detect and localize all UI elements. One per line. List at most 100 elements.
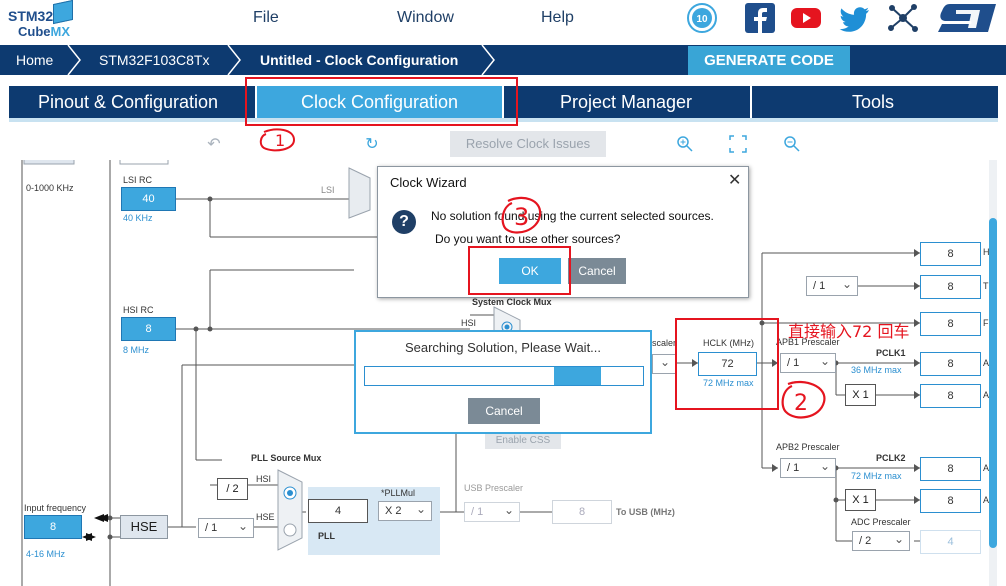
resolve-clock-issues-button[interactable]: Resolve Clock Issues bbox=[450, 131, 606, 157]
menu-help[interactable]: Help bbox=[541, 10, 574, 26]
lsi-line-label: LSI bbox=[321, 185, 335, 195]
apb1-timer-multiplier: X 1 bbox=[845, 384, 876, 406]
breadcrumb-mcu[interactable]: STM32F103C8Tx bbox=[99, 52, 209, 68]
apb2-prescaler-label: APB2 Prescaler bbox=[776, 442, 840, 452]
sysclk-hsi-label: HSI bbox=[461, 318, 477, 328]
apb1-prescaler-select[interactable]: / 1 bbox=[780, 352, 836, 373]
pclk1-max-label: 36 MHz max bbox=[851, 365, 902, 375]
pllmul-label: *PLLMul bbox=[381, 488, 416, 498]
hsi-rc-label: HSI RC bbox=[123, 305, 154, 315]
anniversary-10-badge-icon[interactable]: 10 bbox=[686, 2, 718, 34]
annotation-box-ok bbox=[468, 246, 571, 295]
breadcrumb-current: Untitled - Clock Configuration bbox=[260, 52, 459, 68]
pll-src-hse-label: HSE bbox=[256, 512, 275, 522]
hse-block[interactable]: HSE bbox=[120, 515, 168, 539]
pll-input-box: 4 bbox=[308, 499, 368, 523]
undo-icon[interactable]: ↶ bbox=[205, 135, 223, 153]
input-frequency-label: Input frequency bbox=[24, 503, 87, 513]
output-box: 8 bbox=[920, 384, 981, 408]
adc-prescaler-label: ADC Prescaler bbox=[851, 517, 911, 527]
search-progress-fill bbox=[554, 367, 601, 385]
logo-text: STM32 bbox=[8, 8, 54, 24]
question-icon: ? bbox=[392, 210, 416, 234]
output-letter: F bbox=[983, 318, 989, 328]
usb-output-box: 8 bbox=[552, 500, 612, 524]
annotation-marker-2-text: 2 bbox=[794, 391, 808, 416]
pclk1-label: PCLK1 bbox=[876, 348, 906, 358]
annotation-box-hclk bbox=[675, 318, 779, 410]
search-progress-bar bbox=[364, 366, 644, 386]
hsi-value-box: 8 bbox=[121, 317, 176, 341]
pllmul-select[interactable]: X 2 bbox=[378, 500, 432, 521]
logo-subtext: CubeMX bbox=[18, 25, 70, 38]
apb2-prescaler-select[interactable]: / 1 bbox=[780, 457, 836, 478]
output-box: 8 bbox=[920, 312, 981, 336]
adc-prescaler-select[interactable]: / 2 bbox=[852, 530, 910, 551]
lsi-rc-label: LSI RC bbox=[123, 175, 153, 185]
zoom-out-icon[interactable] bbox=[783, 135, 801, 153]
dialog-message-line1: No solution found using the current sele… bbox=[431, 209, 714, 223]
lse-range-label: 0-1000 KHz bbox=[26, 183, 74, 193]
zoom-in-icon[interactable] bbox=[676, 135, 694, 153]
vertical-scrollbar-thumb[interactable] bbox=[989, 218, 997, 548]
pll-source-mux-label: PLL Source Mux bbox=[251, 453, 322, 463]
annotation-marker-3: 3 bbox=[501, 196, 542, 234]
lsi-freq-label: 40 KHz bbox=[123, 213, 153, 223]
searching-solution-dialog: Searching Solution, Please Wait... Cance… bbox=[354, 330, 652, 434]
refresh-icon[interactable]: ↻ bbox=[363, 135, 381, 153]
output-box: 8 bbox=[920, 457, 981, 481]
youtube-icon[interactable] bbox=[790, 2, 822, 34]
fit-icon[interactable] bbox=[729, 135, 747, 153]
tab-tools[interactable]: Tools bbox=[752, 86, 994, 118]
annotation-marker-3-text: 3 bbox=[514, 203, 529, 231]
annotation-note: 直接输入72 回车 bbox=[788, 322, 910, 341]
annotation-marker-1: 1 bbox=[259, 128, 296, 152]
logo-mx-text: MX bbox=[50, 24, 71, 39]
usb-prescaler-label: USB Prescaler bbox=[464, 483, 524, 493]
lsi-value-box: 40 bbox=[121, 187, 176, 211]
search-cancel-button[interactable]: Cancel bbox=[468, 398, 540, 424]
annotation-marker-2: 2 bbox=[781, 380, 826, 419]
system-clock-mux-label: System Clock Mux bbox=[472, 297, 552, 307]
hse-divider-select[interactable]: / 1 bbox=[198, 517, 254, 538]
output-box: 8 bbox=[920, 352, 981, 376]
network-icon[interactable] bbox=[887, 2, 919, 34]
adc-output-box: 4 bbox=[920, 530, 981, 554]
enable-css-button[interactable]: Enable CSS bbox=[485, 433, 561, 449]
tab-pinout-configuration[interactable]: Pinout & Configuration bbox=[9, 86, 247, 118]
timer-prescaler-select[interactable]: / 1 bbox=[806, 275, 858, 296]
facebook-icon[interactable] bbox=[744, 2, 776, 34]
breadcrumb-chevron-icon bbox=[481, 45, 495, 75]
hsi-freq-label: 8 MHz bbox=[123, 345, 150, 355]
close-icon[interactable]: ✕ bbox=[728, 172, 741, 188]
logo-cube-text: Cube bbox=[18, 24, 51, 39]
cancel-button[interactable]: Cancel bbox=[568, 258, 626, 284]
hsi-div2-block: / 2 bbox=[217, 478, 248, 500]
breadcrumb-chevron-icon bbox=[227, 45, 241, 75]
st-logo-icon[interactable] bbox=[936, 2, 998, 34]
menu-window[interactable]: Window bbox=[397, 10, 454, 26]
twitter-icon[interactable] bbox=[839, 2, 871, 34]
generate-code-button[interactable]: GENERATE CODE bbox=[688, 46, 850, 75]
tab-project-manager[interactable]: Project Manager bbox=[504, 86, 748, 118]
output-box: 8 bbox=[920, 275, 981, 299]
cubemx-logo-cube-icon bbox=[53, 0, 73, 25]
pclk2-max-label: 72 MHz max bbox=[851, 471, 902, 481]
output-letter: T bbox=[983, 281, 989, 291]
ahb-prescaler-label-partial: scaler bbox=[652, 338, 677, 348]
ahb-prescaler-select[interactable] bbox=[652, 353, 676, 374]
breadcrumb-home[interactable]: Home bbox=[16, 52, 53, 68]
input-frequency-box[interactable]: 8 bbox=[24, 515, 82, 539]
menu-file[interactable]: File bbox=[253, 10, 279, 26]
apb2-timer-multiplier: X 1 bbox=[845, 489, 876, 511]
annotation-box-clock-tab bbox=[245, 77, 518, 126]
pll-src-hsi-label: HSI bbox=[256, 474, 272, 484]
pclk2-label: PCLK2 bbox=[876, 453, 906, 463]
usb-output-label: To USB (MHz) bbox=[616, 507, 675, 517]
annotation-marker-1-text: 1 bbox=[275, 131, 285, 150]
usb-prescaler-select[interactable]: / 1 bbox=[464, 501, 520, 522]
output-box: 8 bbox=[920, 489, 981, 513]
breadcrumb-chevron-icon bbox=[67, 45, 81, 75]
svg-text:10: 10 bbox=[696, 14, 708, 25]
dialog-title: Clock Wizard bbox=[390, 175, 467, 190]
